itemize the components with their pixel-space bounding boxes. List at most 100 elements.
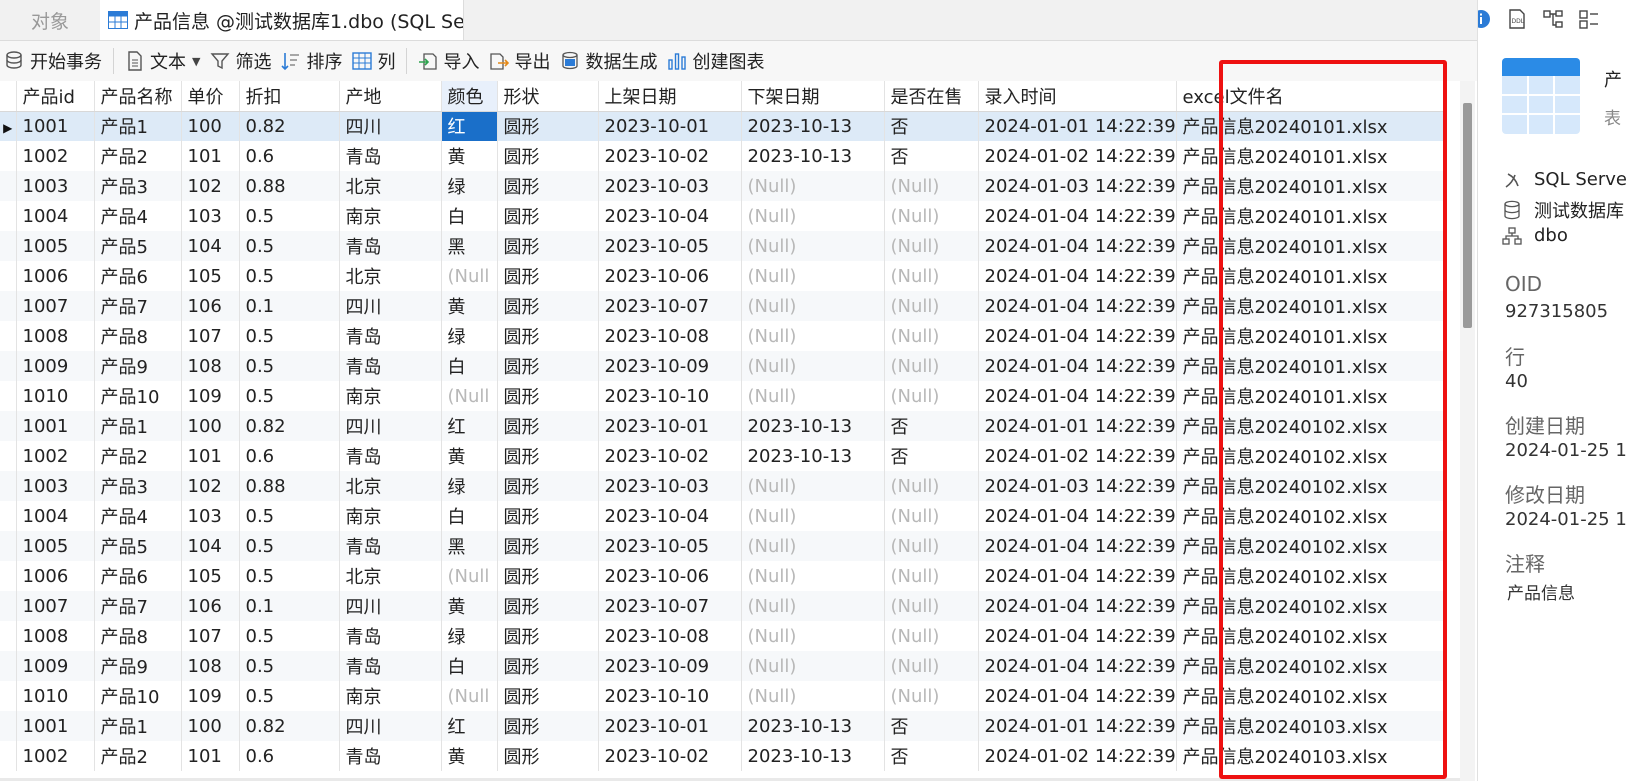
table-cell[interactable]: 白 xyxy=(441,651,498,681)
table-cell[interactable]: 2023-10-07 xyxy=(598,291,742,321)
table-row[interactable]: 1005 产品5 104 0.5 青岛黑圆形 2023-10-05 (Null) (Null)… xyxy=(0,231,1446,261)
table-row[interactable]: 1005 产品5 104 0.5 青岛黑圆形 2023-10-05 (Null) (Null)… xyxy=(0,531,1446,561)
table-cell[interactable]: (Null) xyxy=(741,351,885,381)
table-cell[interactable]: (Null) xyxy=(741,561,885,591)
tab-table-product-info[interactable]: 产品信息 @测试数据库1.dbo (SQL Ser... xyxy=(100,0,464,40)
table-cell[interactable]: (Null) xyxy=(884,231,979,261)
table-cell[interactable]: 产品2 xyxy=(94,741,182,771)
table-cell[interactable]: 产品9 xyxy=(94,651,182,681)
table-cell[interactable]: 2024-01-03 14:22:39 xyxy=(978,471,1177,501)
table-cell[interactable]: 白 xyxy=(441,201,498,231)
table-cell[interactable]: 圆形 xyxy=(497,681,599,711)
table-cell[interactable]: 2024-01-04 14:22:39 xyxy=(978,501,1177,531)
table-cell[interactable]: 南京 xyxy=(339,501,442,531)
table-cell[interactable]: 产品信息20240101.xlsx xyxy=(1176,291,1446,321)
table-cell[interactable]: 产品1 xyxy=(94,111,182,141)
table-cell[interactable]: 2023-10-13 xyxy=(741,141,885,171)
table-cell[interactable]: 0.5 xyxy=(239,531,340,561)
begin-transaction-button[interactable]: 开始事务 xyxy=(0,45,107,77)
table-cell[interactable]: 0.5 xyxy=(239,681,340,711)
table-cell[interactable]: 四川 xyxy=(339,111,442,141)
table-cell[interactable]: 1007 xyxy=(16,591,95,621)
table-cell[interactable]: 2023-10-13 xyxy=(741,411,885,441)
row-indicator[interactable] xyxy=(0,201,17,231)
table-cell[interactable]: 0.5 xyxy=(239,321,340,351)
table-cell[interactable]: 2024-01-04 14:22:39 xyxy=(978,681,1177,711)
table-cell[interactable]: 1001 xyxy=(16,411,95,441)
table-cell[interactable]: 0.82 xyxy=(239,411,340,441)
table-cell[interactable]: 产品1 xyxy=(94,411,182,441)
table-cell[interactable]: 108 xyxy=(181,351,240,381)
table-cell[interactable]: 104 xyxy=(181,231,240,261)
table-cell[interactable]: (Null) xyxy=(884,261,979,291)
column-header[interactable]: 是否在售 xyxy=(884,81,979,112)
table-cell[interactable]: 1002 xyxy=(16,741,95,771)
table-cell[interactable]: 圆形 xyxy=(497,351,599,381)
table-cell[interactable]: 102 xyxy=(181,471,240,501)
table-cell[interactable]: 四川 xyxy=(339,711,442,741)
table-cell[interactable]: 2024-01-01 14:22:39 xyxy=(978,111,1177,141)
table-cell[interactable]: (Null) xyxy=(741,501,885,531)
table-cell[interactable]: 产品信息20240102.xlsx xyxy=(1176,591,1446,621)
table-cell[interactable]: 2023-10-13 xyxy=(741,741,885,771)
table-cell[interactable]: 2023-10-04 xyxy=(598,501,742,531)
table-cell[interactable]: 2024-01-04 14:22:39 xyxy=(978,651,1177,681)
table-cell[interactable]: 100 xyxy=(181,411,240,441)
table-cell[interactable]: 2023-10-07 xyxy=(598,591,742,621)
row-indicator[interactable] xyxy=(0,141,17,171)
table-cell[interactable]: 圆形 xyxy=(497,471,599,501)
table-cell[interactable]: (Null) xyxy=(884,621,979,651)
table-cell[interactable]: (Null) xyxy=(884,471,979,501)
table-cell[interactable]: 产品信息20240103.xlsx xyxy=(1176,741,1446,771)
table-cell[interactable]: (Null) xyxy=(741,201,885,231)
table-cell[interactable]: 产品信息20240102.xlsx xyxy=(1176,531,1446,561)
table-cell[interactable]: 0.5 xyxy=(239,381,340,411)
table-cell[interactable]: 2024-01-02 14:22:39 xyxy=(978,441,1177,471)
table-cell[interactable]: (Null) xyxy=(884,291,979,321)
table-cell[interactable]: 圆形 xyxy=(497,111,599,141)
table-cell[interactable]: (Null) xyxy=(884,381,979,411)
ddl-icon[interactable]: DDL xyxy=(1506,8,1528,30)
row-indicator[interactable] xyxy=(0,741,17,771)
table-cell[interactable]: 0.5 xyxy=(239,651,340,681)
table-cell[interactable]: 104 xyxy=(181,531,240,561)
table-row[interactable]: 1002 产品2 101 0.6 青岛黄圆形 2023-10-02 2023-10-13 否 2… xyxy=(0,141,1446,171)
table-cell[interactable]: 2023-10-08 xyxy=(598,621,742,651)
table-row[interactable]: 1004 产品4 103 0.5 南京白圆形 2023-10-04 (Null) (Null)… xyxy=(0,501,1446,531)
table-cell[interactable]: 四川 xyxy=(339,291,442,321)
table-cell[interactable]: 101 xyxy=(181,441,240,471)
table-cell[interactable]: 0.88 xyxy=(239,171,340,201)
text-view-button[interactable]: 文本 ▼ xyxy=(120,45,205,77)
table-cell[interactable]: 2023-10-02 xyxy=(598,141,742,171)
table-cell[interactable]: (Null) xyxy=(884,351,979,381)
table-cell[interactable]: 0.6 xyxy=(239,141,340,171)
table-cell[interactable]: 青岛 xyxy=(339,741,442,771)
table-cell[interactable]: 2024-01-01 14:22:39 xyxy=(978,711,1177,741)
table-cell[interactable]: 107 xyxy=(181,621,240,651)
table-cell[interactable]: 1003 xyxy=(16,171,95,201)
table-cell[interactable]: 产品7 xyxy=(94,591,182,621)
table-cell[interactable]: 0.5 xyxy=(239,231,340,261)
table-cell[interactable]: 2024-01-02 14:22:39 xyxy=(978,141,1177,171)
table-cell[interactable]: 0.5 xyxy=(239,201,340,231)
row-indicator[interactable] xyxy=(0,561,17,591)
table-cell[interactable]: 2024-01-04 14:22:39 xyxy=(978,531,1177,561)
filter-button[interactable]: 筛选 xyxy=(205,45,276,77)
table-row[interactable]: 1010 产品10 109 0.5 南京 (Null 圆形 2023-10-10 (Null)(… xyxy=(0,681,1446,711)
table-cell[interactable]: 北京 xyxy=(339,471,442,501)
table-cell[interactable]: 产品信息20240102.xlsx xyxy=(1176,561,1446,591)
table-cell[interactable]: 北京 xyxy=(339,561,442,591)
table-cell[interactable]: 109 xyxy=(181,681,240,711)
table-row[interactable]: 1003 产品3 102 0.88 北京绿圆形 2023-10-03 (Null) (Null… xyxy=(0,171,1446,201)
row-indicator[interactable] xyxy=(0,171,17,201)
table-cell[interactable]: 100 xyxy=(181,711,240,741)
column-header[interactable]: 单价 xyxy=(181,81,240,112)
column-header[interactable]: 录入时间 xyxy=(978,81,1177,112)
table-cell[interactable]: 2023-10-06 xyxy=(598,261,742,291)
table-cell[interactable]: 0.5 xyxy=(239,351,340,381)
table-cell[interactable]: 1004 xyxy=(16,201,95,231)
table-cell[interactable]: 否 xyxy=(884,111,979,141)
table-cell[interactable]: 产品4 xyxy=(94,201,182,231)
row-indicator[interactable] xyxy=(0,471,17,501)
import-button[interactable]: 导入 xyxy=(413,45,484,77)
